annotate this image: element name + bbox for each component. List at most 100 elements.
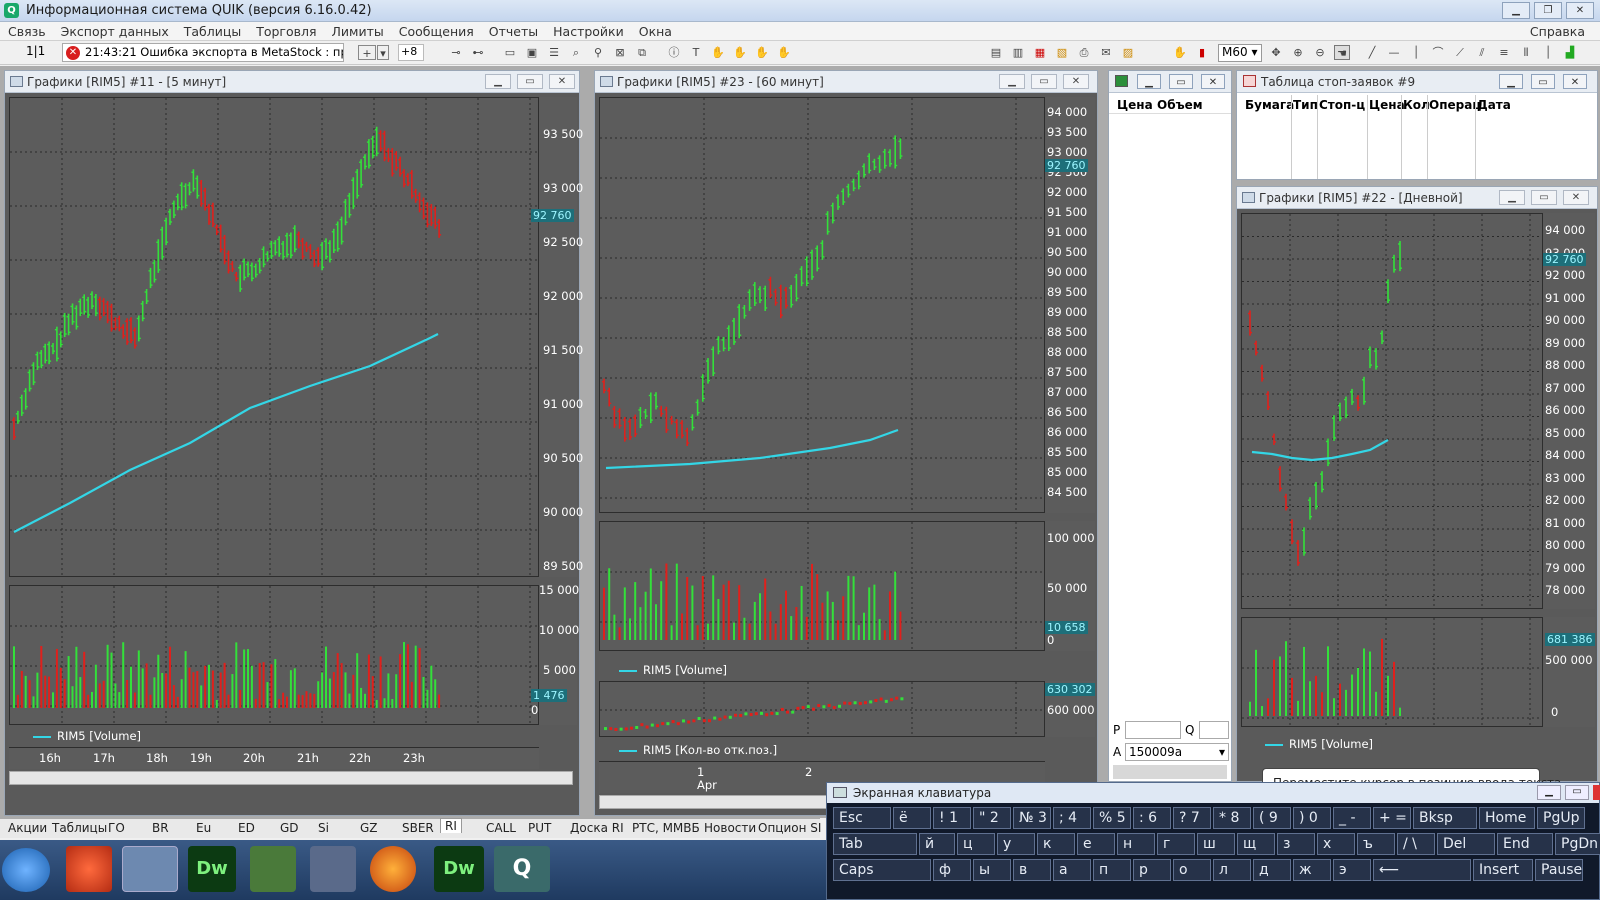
tab-gz[interactable]: GZ [360, 821, 378, 835]
key-э[interactable]: э [1333, 859, 1371, 881]
sep-icon[interactable]: │ [1540, 45, 1556, 60]
key-р[interactable]: р [1133, 859, 1171, 881]
menu-item-settings[interactable]: Настройки [545, 22, 631, 39]
dreamweaver-2-icon[interactable]: Dw [434, 846, 484, 892]
on-screen-keyboard[interactable]: Экранная клавиатура ▁ ▭ Esc ё! 1 " 2 № 3; 4… [826, 782, 1600, 900]
key-н[interactable]: н [1117, 833, 1155, 855]
grid-icon[interactable]: ⦀ [1518, 45, 1534, 60]
chart-window-daily[interactable]: Графики [RIM5] #22 - [Дневной] ▁ ▭ ✕ 94 … [1236, 186, 1598, 782]
vline-icon[interactable]: │ [1408, 45, 1424, 60]
tab-rts-mmvb[interactable]: РТС, ММВБ [632, 821, 700, 835]
hline-icon[interactable]: — [1386, 45, 1402, 60]
tab-news[interactable]: Новости [704, 821, 756, 835]
interval-select[interactable]: M60 ▾ [1218, 44, 1262, 62]
price-input[interactable] [1125, 721, 1181, 739]
menu-item-reports[interactable]: Отчеты [481, 22, 545, 39]
levels-icon[interactable]: ≡ [1496, 45, 1512, 60]
close-button[interactable]: ✕ [1063, 74, 1089, 89]
tab-go[interactable]: ГО [108, 821, 125, 835]
info-icon[interactable]: ⓘ [666, 45, 682, 60]
key-в[interactable]: в [1013, 859, 1051, 881]
paint-icon[interactable] [310, 846, 356, 892]
minimize-button[interactable]: ▁ [1502, 2, 1530, 19]
tab-ed[interactable]: ED [238, 821, 255, 835]
menu-item-trading[interactable]: Торговля [248, 22, 323, 39]
chart-settings-icon[interactable]: ▤ [988, 45, 1004, 60]
maximize-button[interactable]: ▭ [1531, 74, 1555, 89]
account-select[interactable]: 150009a ▾ [1125, 743, 1229, 761]
key-г[interactable]: г [1157, 833, 1195, 855]
window-icon[interactable]: ▭ [502, 45, 518, 60]
column-header[interactable]: Бумага [1245, 98, 1294, 112]
key-_-[interactable]: _ - [1333, 807, 1371, 829]
window-header[interactable]: Графики [RIM5] #23 - [60 минут] ▁ ▭ ✕ [595, 71, 1097, 93]
price-plot[interactable] [599, 97, 1045, 513]
chart-edit-icon[interactable]: ▥ [1010, 45, 1026, 60]
column-header-volume[interactable]: Объем [1157, 98, 1203, 112]
key-insert[interactable]: Insert [1473, 859, 1533, 881]
search-icon[interactable]: ⌕ [568, 45, 584, 60]
tab-option-si[interactable]: Опцион SI [758, 821, 821, 835]
window-header[interactable]: Графики [RIM5] #11 - [5 минут] ▁ ▭ ✕ [5, 71, 579, 93]
key-ж[interactable]: ж [1293, 859, 1331, 881]
quik-icon[interactable]: Q [494, 846, 550, 892]
key-pgup[interactable]: PgUp [1537, 807, 1585, 829]
key-icon[interactable]: ⊸ [448, 45, 464, 60]
key-к[interactable]: к [1037, 833, 1075, 855]
open-interest-plot[interactable] [599, 681, 1045, 737]
key-caps[interactable]: Caps [833, 859, 931, 881]
key-/\[interactable]: / \ [1397, 833, 1435, 855]
key-end[interactable]: End [1497, 833, 1553, 855]
key-п[interactable]: п [1093, 859, 1131, 881]
key-%5[interactable]: % 5 [1093, 807, 1131, 829]
key-ц[interactable]: ц [957, 833, 995, 855]
zoom-icon[interactable]: ⚲ [590, 45, 606, 60]
firefox-icon[interactable] [370, 846, 416, 892]
arc-icon[interactable]: ⌒ [1430, 45, 1446, 60]
key-*8[interactable]: * 8 [1213, 807, 1251, 829]
key-)0[interactable]: ) 0 [1293, 807, 1331, 829]
column-header[interactable]: Дата [1477, 98, 1511, 112]
key-!1[interactable]: ! 1 [933, 807, 971, 829]
tab-call[interactable]: CALL [486, 821, 516, 835]
key-д[interactable]: д [1253, 859, 1291, 881]
quantity-input[interactable] [1199, 721, 1229, 739]
tab-akcii[interactable]: Акции [8, 821, 47, 835]
minimize-button[interactable]: ▁ [1537, 785, 1561, 800]
evernote-icon[interactable] [250, 846, 296, 892]
text-tool-icon[interactable]: T [688, 45, 704, 60]
keyboard-header[interactable]: Экранная клавиатура ▁ ▭ [827, 783, 1600, 803]
volume-plot[interactable] [599, 521, 1045, 651]
fan-icon[interactable]: ⟋ [1452, 45, 1468, 60]
minimize-button[interactable]: ▁ [1499, 74, 1523, 89]
key-х[interactable]: х [1317, 833, 1355, 855]
menu-item-tables[interactable]: Таблицы [176, 22, 249, 39]
tab-br[interactable]: BR [152, 821, 169, 835]
close-button[interactable]: ✕ [1563, 190, 1589, 205]
unlink-icon[interactable]: ⊷ [470, 45, 486, 60]
key-?7[interactable]: ? 7 [1173, 807, 1211, 829]
close-button[interactable]: ✕ [1563, 74, 1587, 89]
hand-tool-icon[interactable]: ✋ [1172, 45, 1188, 60]
key-з[interactable]: з [1277, 833, 1315, 855]
menu-item-windows[interactable]: Окна [631, 22, 679, 39]
menu-item-export[interactable]: Экспорт данных [53, 22, 176, 39]
bar-chart-icon[interactable]: ▮ [1194, 45, 1210, 60]
hand1-icon[interactable]: ✋ [710, 45, 726, 60]
key-е[interactable]: е [1077, 833, 1115, 855]
pan-icon[interactable]: ☚ [1334, 45, 1350, 60]
window-header[interactable]: Графики [RIM5] #22 - [Дневной] ▁ ▭ ✕ [1237, 187, 1597, 209]
key-:6[interactable]: : 6 [1133, 807, 1171, 829]
maximize-button[interactable]: ▭ [517, 74, 543, 89]
close-button[interactable]: ✕ [549, 74, 575, 89]
step-field[interactable]: +8 [398, 44, 424, 61]
tab-doska-ri[interactable]: Доска RI [570, 821, 624, 835]
hand4-icon[interactable]: ✋ [776, 45, 792, 60]
minimize-button[interactable]: ▁ [485, 74, 511, 89]
chart-window-5min[interactable]: Графики [RIM5] #11 - [5 минут] ▁ ▭ ✕ 93 … [4, 70, 583, 816]
key-у[interactable]: у [997, 833, 1035, 855]
minimize-button[interactable]: ▁ [999, 74, 1025, 89]
minimize-button[interactable]: ▁ [1137, 74, 1161, 89]
alert-icon[interactable]: ▧ [1054, 45, 1070, 60]
menu-item-svyaz[interactable]: Связь [0, 22, 53, 39]
